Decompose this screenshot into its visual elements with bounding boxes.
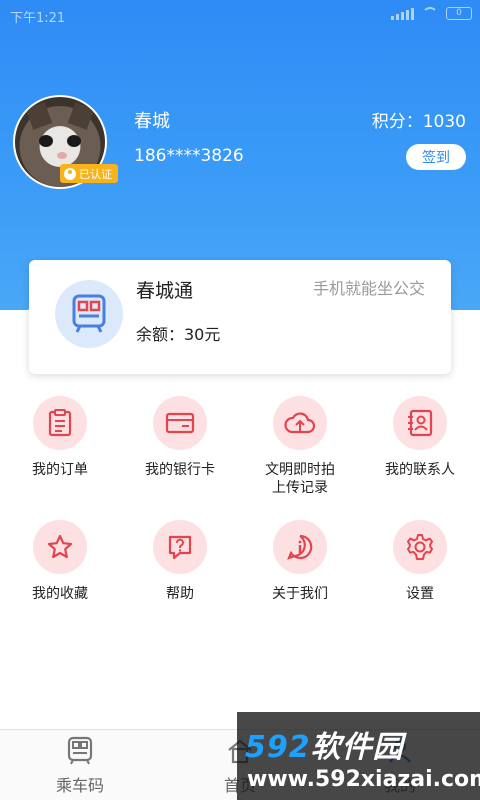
bus-qr-icon	[65, 736, 95, 766]
card-balance: 余额：30元	[136, 325, 221, 344]
nav-label: 乘车码	[55, 776, 104, 795]
menu-item-about[interactable]: 关于我们	[240, 520, 360, 603]
clipboard-icon	[33, 396, 87, 450]
bus-card-icon	[55, 280, 123, 348]
transit-card[interactable]: 春城通 手机就能坐公交 余额：30元	[29, 260, 451, 374]
watermark-brand: 592软件园	[245, 722, 404, 766]
menu-label: 帮助	[166, 586, 194, 602]
signin-button[interactable]: 签到	[406, 144, 466, 170]
menu-item-orders[interactable]: 我的订单	[0, 396, 120, 479]
bank-card-icon	[153, 396, 207, 450]
verified-label: 已认证	[79, 167, 112, 181]
menu-item-upload-records[interactable]: 文明即时拍 上传记录	[240, 396, 360, 497]
menu-item-help[interactable]: 帮助	[120, 520, 240, 603]
watermark-brand-cn: 软件园	[310, 730, 404, 765]
cloud-upload-icon	[273, 396, 327, 450]
star-icon	[33, 520, 87, 574]
contacts-icon	[393, 396, 447, 450]
menu-label: 我的联系人	[385, 462, 455, 478]
menu-item-settings[interactable]: 设置	[360, 520, 480, 603]
menu-label: 我的订单	[32, 462, 88, 478]
watermark-url: www.592xiazai.com	[247, 767, 480, 792]
signal-icon	[391, 6, 414, 20]
wifi-icon	[422, 7, 438, 19]
help-icon	[153, 520, 207, 574]
menu-label: 设置	[406, 586, 434, 602]
status-time: 下午1:21	[10, 11, 66, 26]
watermark: 592软件园 www.592xiazai.com	[237, 712, 480, 800]
status-icons: 0	[391, 6, 472, 20]
verified-badge: 已认证	[60, 164, 118, 183]
status-bar: 下午1:21 0	[0, 0, 480, 30]
info-icon	[273, 520, 327, 574]
menu-label: 关于我们	[272, 586, 328, 602]
menu-item-contacts[interactable]: 我的联系人	[360, 396, 480, 479]
menu-item-bank-card[interactable]: 我的银行卡	[120, 396, 240, 479]
points-label: 积分：1030	[371, 112, 466, 132]
phone-number: 186****3826	[134, 146, 244, 166]
menu-label: 我的银行卡	[145, 462, 215, 478]
gear-icon	[393, 520, 447, 574]
menu-label: 我的收藏	[32, 586, 88, 602]
menu-item-favorites[interactable]: 我的收藏	[0, 520, 120, 603]
battery-icon: 0	[446, 6, 472, 20]
nav-tab-bus-code[interactable]: 乘车码	[0, 730, 160, 800]
card-slogan: 手机就能坐公交	[312, 279, 425, 298]
menu-label: 文明即时拍 上传记录	[265, 462, 335, 496]
page: 下午1:21 0 已认证 春城 186****3826 积分：1030 签到 春…	[0, 0, 480, 800]
username: 春城	[134, 111, 170, 132]
watermark-brand-num: 592	[245, 730, 311, 765]
card-title: 春城通	[136, 280, 194, 302]
verified-icon	[64, 167, 76, 180]
